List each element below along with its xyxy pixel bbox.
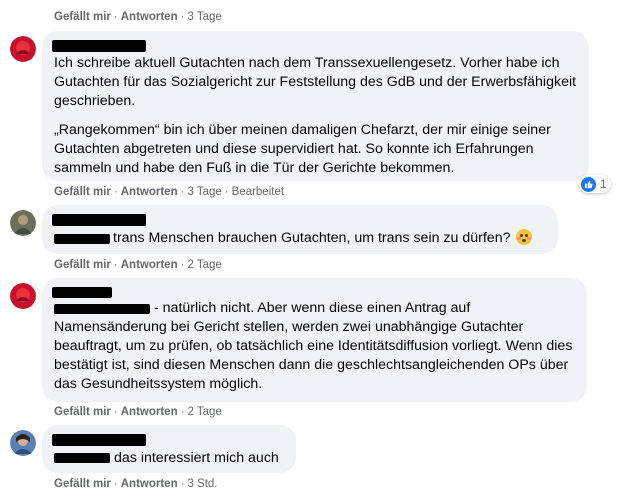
redacted-author-name [52, 287, 112, 298]
redacted-author-name [52, 434, 146, 446]
redacted-mention [54, 234, 110, 244]
edited-label: Bearbeitet [231, 186, 285, 198]
comment-actions: Gefällt mir · Antworten · 3 Tage [54, 11, 222, 23]
comment-actions: Gefällt mir · Antworten · 3 Tage · Bearbeitet [54, 186, 285, 198]
avatar[interactable] [10, 36, 36, 62]
comment-timestamp[interactable]: 3 Std. [187, 478, 217, 490]
comment-text: Ich schreibe aktuell Gutachten nach dem … [54, 55, 577, 109]
comment-text: trans Menschen brauchen Gutachten, um tr… [113, 229, 533, 248]
comment-timestamp[interactable]: 2 Tage [187, 259, 221, 271]
reply-button[interactable]: Antworten [121, 11, 178, 23]
comment-bubble: - natürlich nicht. Aber wenn diese einen… [42, 278, 587, 402]
reply-button[interactable]: Antworten [121, 478, 178, 490]
flushed-face-emoji-icon [516, 229, 533, 245]
comment-text: - natürlich nicht. Aber wenn diese einen… [54, 300, 573, 392]
comment-bubble: das interessiert mich auch [42, 425, 296, 473]
reply-button[interactable]: Antworten [121, 186, 178, 198]
comment-actions: Gefällt mir · Antworten · 2 Tage [54, 259, 222, 271]
redacted-mention [54, 453, 110, 463]
like-button[interactable]: Gefällt mir [54, 259, 111, 271]
comment-actions: Gefällt mir · Antworten · 2 Tage [54, 406, 222, 418]
comment-timestamp[interactable]: 3 Tage [187, 186, 221, 198]
like-button[interactable]: Gefällt mir [54, 406, 111, 418]
avatar[interactable] [10, 430, 36, 456]
redacted-author-name [52, 214, 146, 226]
comment-bubble: Ich schreibe aktuell Gutachten nach dem … [42, 31, 589, 181]
comment-bubble: trans Menschen brauchen Gutachten, um tr… [42, 205, 558, 254]
avatar[interactable] [10, 210, 36, 236]
comment-timestamp[interactable]: 2 Tage [187, 406, 221, 418]
comment-text: „Rangekommen“ bin ich über meinen damali… [54, 122, 551, 176]
reply-button[interactable]: Antworten [121, 406, 178, 418]
like-button[interactable]: Gefällt mir [54, 186, 111, 198]
reaction-count[interactable]: 1 [579, 175, 611, 193]
like-icon [581, 176, 596, 192]
redacted-author-name [52, 40, 146, 52]
reply-button[interactable]: Antworten [121, 259, 178, 271]
comment-text: das interessiert mich auch [114, 450, 279, 466]
avatar[interactable] [10, 283, 36, 309]
like-button[interactable]: Gefällt mir [54, 478, 111, 490]
comment-timestamp[interactable]: 3 Tage [187, 11, 221, 23]
comment-actions: Gefällt mir · Antworten · 3 Std. [54, 478, 218, 490]
like-button[interactable]: Gefällt mir [54, 11, 111, 23]
